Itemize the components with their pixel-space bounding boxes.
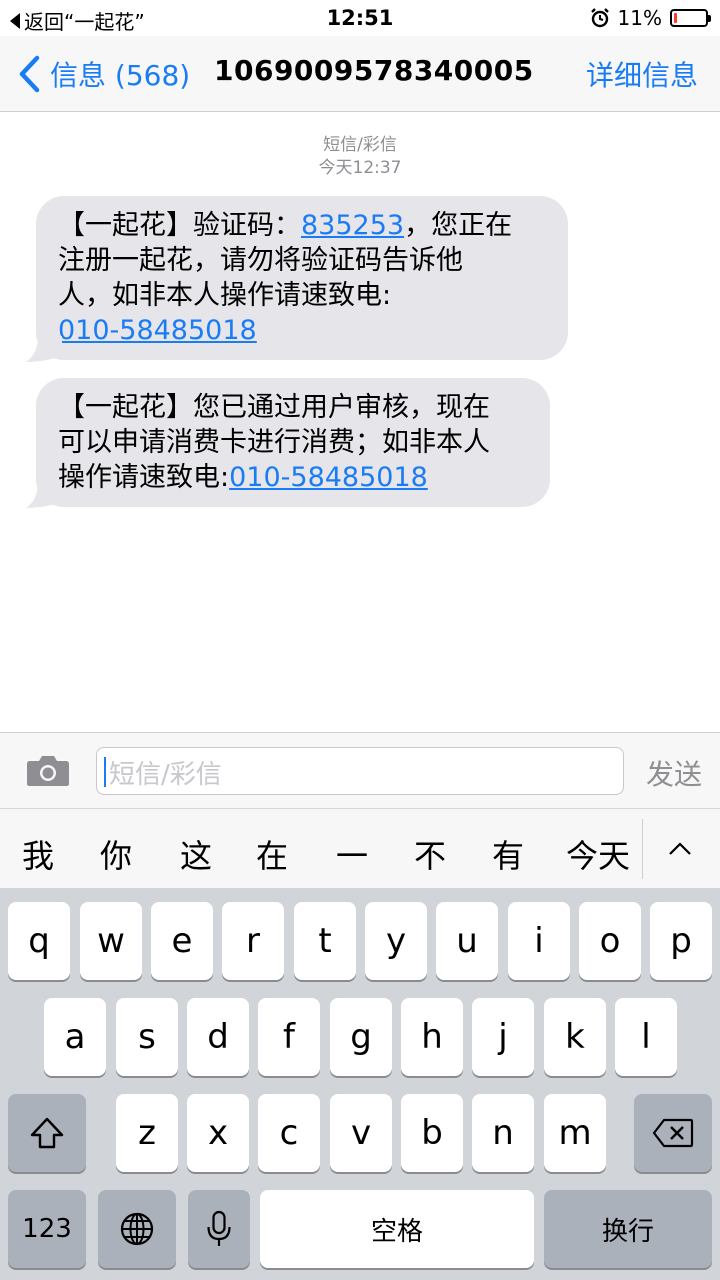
message-line: 可以申请消费卡进行消费；如非本人 (58, 427, 490, 458)
send-button[interactable]: 发送 (646, 753, 702, 793)
suggestion-item[interactable]: 你 (100, 831, 132, 877)
battery-percent: 11% (617, 6, 662, 30)
suggestion-divider (642, 819, 643, 879)
key-g[interactable]: g (330, 998, 392, 1076)
keyboard: q w e r t y u i o p a s d f g h j k l z … (0, 888, 720, 1280)
text-caret (104, 757, 106, 787)
suggestion-item[interactable]: 我 (22, 831, 54, 877)
bubble-tail (24, 482, 64, 508)
battery-icon (670, 9, 711, 27)
suggestion-item[interactable]: 一 (336, 831, 368, 877)
conversation-title: 1069009578340005 (214, 54, 534, 87)
camera-icon[interactable] (26, 755, 70, 787)
key-w[interactable]: w (80, 902, 142, 980)
message-line: 注册一起花，请勿将验证码告诉他 (58, 245, 463, 276)
key-v[interactable]: v (330, 1094, 392, 1172)
suggestion-item[interactable]: 有 (492, 831, 524, 877)
key-l[interactable]: l (615, 998, 677, 1076)
key-x[interactable]: x (187, 1094, 249, 1172)
chevron-up-icon[interactable] (668, 837, 692, 861)
message-text: ，您正在 (404, 210, 513, 241)
key-n[interactable]: n (472, 1094, 534, 1172)
key-o[interactable]: o (579, 902, 641, 980)
input-bar: 短信/彩信 发送 (0, 732, 720, 808)
key-i[interactable]: i (508, 902, 570, 980)
nav-back-button[interactable]: 信息 (568) (18, 54, 190, 94)
key-c[interactable]: c (258, 1094, 320, 1172)
battery-fill (674, 13, 678, 23)
message-text: 【一起花】验证码： (58, 210, 301, 241)
nav-bar: 信息 (568) 1069009578340005 详细信息 (0, 36, 720, 112)
backspace-icon (652, 1118, 694, 1148)
message-input[interactable]: 短信/彩信 (96, 747, 624, 795)
key-r[interactable]: r (222, 902, 284, 980)
key-s[interactable]: s (116, 998, 178, 1076)
suggestion-item[interactable]: 在 (256, 831, 288, 877)
key-z[interactable]: z (116, 1094, 178, 1172)
message-line: 人，如非本人操作请速致电: (58, 280, 392, 311)
thread-header: 短信/彩信 今天12:37 (0, 134, 720, 180)
dictation-key[interactable] (188, 1190, 250, 1268)
key-j[interactable]: j (472, 998, 534, 1076)
key-d[interactable]: d (187, 998, 249, 1076)
key-b[interactable]: b (401, 1094, 463, 1172)
key-m[interactable]: m (544, 1094, 606, 1172)
suggestion-item[interactable]: 这 (180, 831, 212, 877)
bubble-tail (24, 336, 64, 362)
key-u[interactable]: u (436, 902, 498, 980)
shift-key[interactable] (8, 1094, 86, 1172)
message-timestamp: 今天12:37 (318, 158, 402, 178)
suggestion-item[interactable]: 今天 (566, 831, 630, 877)
key-t[interactable]: t (294, 902, 356, 980)
key-y[interactable]: y (365, 902, 427, 980)
phone-link[interactable]: 010-58485018 (58, 315, 257, 346)
key-h[interactable]: h (401, 998, 463, 1076)
message-line: 操作请速致电:010-58485018 (58, 460, 528, 495)
alarm-icon (590, 8, 609, 28)
status-bar: 返回“一起花” 12:51 11% (0, 0, 720, 36)
language-key[interactable] (98, 1190, 176, 1268)
nav-back-label: 信息 (568) (50, 59, 191, 92)
message-bubble[interactable]: 【一起花】验证码：835253，您正在 注册一起花，请勿将验证码告诉他 人，如非… (36, 196, 568, 360)
shift-icon (30, 1117, 64, 1149)
key-a[interactable]: a (44, 998, 106, 1076)
status-right: 11% (590, 6, 711, 30)
chevron-left-icon (19, 55, 40, 93)
key-k[interactable]: k (544, 998, 606, 1076)
phone-link[interactable]: 010-58485018 (229, 462, 428, 493)
suggestion-bar: 我 你 这 在 一 不 有 今天 (0, 808, 720, 888)
space-key[interactable]: 空格 (260, 1190, 534, 1268)
globe-icon (120, 1212, 154, 1246)
key-f[interactable]: f (258, 998, 320, 1076)
verification-code-link[interactable]: 835253 (301, 210, 404, 241)
suggestion-item[interactable]: 不 (414, 831, 446, 877)
details-button[interactable]: 详细信息 (586, 54, 698, 94)
message-bubble[interactable]: 【一起花】您已通过用户审核，现在 可以申请消费卡进行消费；如非本人 操作请速致电… (36, 378, 550, 507)
message-line: 010-58485018 (58, 313, 546, 348)
key-p[interactable]: p (650, 902, 712, 980)
message-line: 【一起花】您已通过用户审核，现在 (58, 392, 490, 423)
delete-key[interactable] (634, 1094, 712, 1172)
microphone-icon (207, 1210, 231, 1246)
message-text: 操作请速致电: (58, 462, 230, 493)
return-key[interactable]: 换行 (544, 1190, 712, 1268)
numbers-key[interactable]: 123 (8, 1190, 86, 1268)
message-line: 【一起花】验证码：835253，您正在 (58, 208, 546, 243)
key-q[interactable]: q (8, 902, 70, 980)
key-e[interactable]: e (151, 902, 213, 980)
message-type-label: 短信/彩信 (323, 135, 397, 155)
